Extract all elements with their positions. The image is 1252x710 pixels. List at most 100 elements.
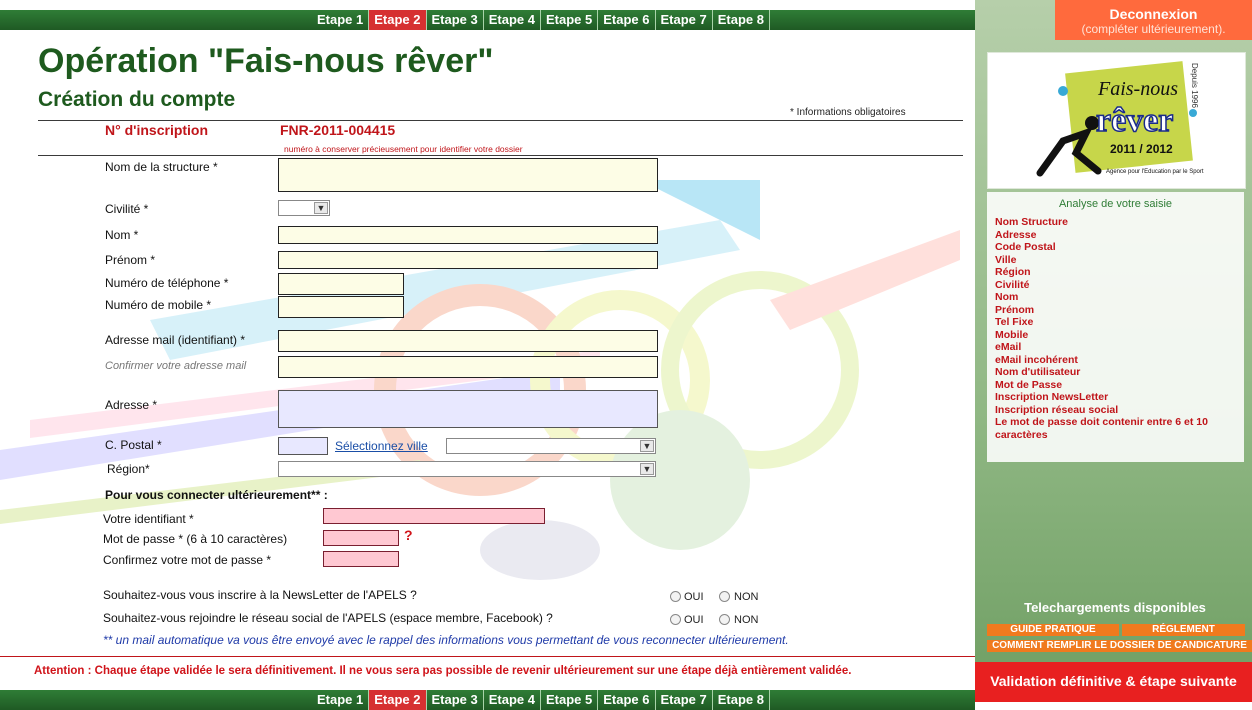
step-tab-7[interactable]: Etape 7	[656, 690, 713, 710]
inscription-number: FNR-2011-004415	[280, 122, 396, 138]
mobile-label: Numéro de mobile *	[105, 298, 212, 312]
structure-label: Nom de la structure *	[105, 160, 218, 174]
analysis-item: eMail incohérent	[995, 353, 1078, 366]
analysis-item: Adresse	[995, 228, 1037, 241]
social-non-radio[interactable]	[719, 614, 730, 625]
analysis-item: Inscription réseau social	[995, 403, 1119, 416]
social-question: Souhaitez-vous rejoindre le réseau socia…	[103, 611, 553, 625]
cp-input[interactable]	[278, 437, 328, 455]
step-tab-6[interactable]: Etape 6	[598, 690, 656, 710]
password-confirm-input[interactable]	[323, 551, 399, 567]
chevron-down-icon: ▼	[640, 440, 654, 452]
password-label: Mot de passe * (6 à 10 caractères)	[103, 532, 288, 546]
social-oui-radio[interactable]	[670, 614, 681, 625]
logo-text-3: 2011 / 2012	[1110, 142, 1173, 156]
analysis-item: Code Postal	[995, 241, 1056, 253]
identifiant-input[interactable]	[323, 508, 545, 524]
step-tab-6[interactable]: Etape 6	[598, 10, 656, 30]
structure-input[interactable]	[278, 158, 658, 192]
prenom-label: Prénom *	[105, 253, 156, 267]
step-tab-5[interactable]: Etape 5	[541, 690, 599, 710]
steps-nav-top: Etape 1 Etape 2 Etape 3 Etape 4 Etape 5 Etape…	[312, 10, 770, 30]
step-tab-4[interactable]: Etape 4	[484, 10, 541, 30]
step-tab-4[interactable]: Etape 4	[484, 690, 541, 710]
step-tab-3[interactable]: Etape 3	[427, 690, 484, 710]
newsletter-non-radio[interactable]	[719, 591, 730, 602]
analysis-item: Ville	[995, 253, 1017, 266]
step-tab-3[interactable]: Etape 3	[427, 10, 484, 30]
adresse-label: Adresse *	[105, 398, 158, 412]
identifiant-label: Votre identifiant *	[103, 512, 194, 526]
inscription-label: N° d'inscription	[105, 122, 209, 138]
email-input[interactable]	[278, 330, 658, 352]
analysis-item: Nom d'utilisateur	[995, 366, 1081, 378]
civilite-label: Civilité *	[105, 202, 149, 216]
analysis-item: Nom	[995, 291, 1019, 303]
social-non-label: NON	[734, 614, 759, 626]
inscription-hint: numéro à conserver précieusement pour id…	[284, 144, 523, 154]
step-tab-2[interactable]: Etape 2	[369, 690, 427, 710]
newsletter-oui-radio[interactable]	[670, 591, 681, 602]
mail-note: ** un mail automatique va vous être envo…	[103, 633, 789, 647]
analysis-item: Mot de Passe	[995, 378, 1063, 391]
logout-label: Deconnexion	[1109, 6, 1198, 22]
step-tab-1[interactable]: Etape 1	[312, 690, 370, 710]
step-tab-8[interactable]: Etape 8	[713, 10, 770, 30]
divider	[38, 120, 963, 121]
step-tab-5[interactable]: Etape 5	[541, 10, 599, 30]
page-title: Opération "Fais-nous rêver"	[38, 42, 494, 80]
step-tab-1[interactable]: Etape 1	[312, 10, 370, 30]
newsletter-non-label: NON	[734, 591, 759, 603]
reglement-link[interactable]: RÉGLEMENT	[1122, 624, 1245, 636]
logo-text-1: Fais-nous	[1097, 78, 1178, 100]
logo-footer-text: Agence pour l'Education par le Sport	[1106, 169, 1204, 175]
guide-pratique-link[interactable]: GUIDE PRATIQUE	[987, 624, 1119, 636]
analysis-list: Nom Structure Adresse Code Postal Ville Régi…	[995, 216, 1244, 441]
password-input[interactable]	[323, 530, 399, 546]
step-tab-7[interactable]: Etape 7	[656, 10, 713, 30]
tel-input[interactable]	[278, 273, 404, 295]
logout-sub: (compléter ultérieurement).	[1081, 22, 1226, 36]
step-tab-2[interactable]: Etape 2	[369, 10, 427, 30]
logo: Fais-nous rêver 2011 / 2012 Depuis 1996 …	[987, 52, 1246, 189]
chevron-down-icon: ▼	[640, 463, 654, 475]
analysis-panel: Analyse de votre saisie Nom Structure Adr…	[987, 192, 1244, 462]
steps-nav-bottom: Etape 1 Etape 2 Etape 3 Etape 4 Etape 5 Etape…	[312, 690, 770, 710]
prenom-input[interactable]	[278, 251, 658, 269]
downloads-title: Telechargements disponibles	[1024, 600, 1206, 615]
analysis-item: Mobile	[995, 328, 1029, 341]
analysis-item: Le mot de passe doit contenir entre 6 et…	[995, 416, 1208, 441]
login-section-title: Pour vous connecter ultérieurement** :	[105, 488, 328, 502]
bottom-step-bar: Etape 1 Etape 2 Etape 3 Etape 4 Etape 5 Etape…	[0, 690, 975, 710]
chevron-down-icon: ▼	[314, 202, 328, 214]
civilite-select[interactable]: ▼	[278, 200, 330, 216]
nom-input[interactable]	[278, 226, 658, 244]
attention-warning: Attention : Chaque étape validée le sera…	[34, 665, 852, 677]
divider	[0, 656, 975, 657]
select-ville-link[interactable]: Sélectionnez ville	[335, 439, 428, 453]
analysis-title: Analyse de votre saisie	[1058, 198, 1173, 210]
password-confirm-label: Confirmez votre mot de passe *	[103, 553, 272, 567]
analysis-item: eMail	[995, 341, 1022, 353]
validate-next-button[interactable]: Validation définitive & étape suivante	[975, 662, 1252, 702]
newsletter-oui-label: OUI	[684, 591, 704, 603]
social-oui-label: OUI	[684, 614, 704, 626]
mobile-input[interactable]	[278, 296, 404, 318]
password-help-icon[interactable]: ?	[404, 527, 413, 543]
analysis-item: Inscription NewsLetter	[995, 391, 1109, 403]
top-step-bar: Etape 1 Etape 2 Etape 3 Etape 4 Etape 5 Etape…	[0, 10, 975, 30]
logout-button[interactable]: Deconnexion (compléter ultérieurement).	[1055, 0, 1252, 40]
required-note: * Informations obligatoires	[790, 107, 906, 118]
region-select[interactable]: ▼	[278, 461, 656, 477]
step-tab-8[interactable]: Etape 8	[713, 690, 770, 710]
nom-label: Nom *	[105, 228, 139, 242]
adresse-input[interactable]	[278, 390, 658, 428]
ville-select[interactable]: ▼	[446, 438, 656, 454]
analysis-item: Prénom	[995, 303, 1035, 316]
comment-remplir-link[interactable]: COMMENT REMPLIR LE DOSSIER DE CANDICATUR…	[987, 640, 1252, 652]
cp-label: C. Postal *	[105, 438, 162, 452]
analysis-item: Nom Structure	[995, 216, 1068, 228]
logo-side-text: Depuis 1996	[1190, 63, 1199, 108]
analysis-item: Civilité	[995, 278, 1030, 291]
email-confirm-input[interactable]	[278, 356, 658, 378]
